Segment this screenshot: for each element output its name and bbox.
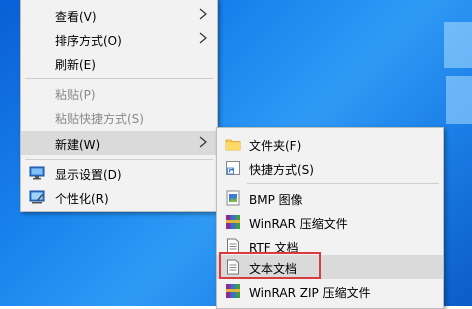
winrar-zip-icon — [226, 284, 240, 298]
menu-item-label: 查看(V) — [55, 10, 97, 24]
menu-item-label: 粘贴(P) — [55, 88, 96, 102]
new-submenu: 文件夹(F) 快捷方式(S) BMP 图像 WinRAR 压缩文件 RTF 文档… — [216, 127, 444, 309]
menu-item-sort-by[interactable]: 排序方式(O) — [21, 27, 217, 51]
submenu-item-bmp-image[interactable]: BMP 图像 — [217, 186, 443, 210]
menu-item-personalize[interactable]: 个性化(R) — [21, 185, 217, 209]
shortcut-icon — [226, 161, 240, 175]
chevron-right-icon — [199, 32, 207, 44]
wallpaper-light-pane — [444, 22, 472, 68]
submenu-item-winrar-zip[interactable]: WinRAR ZIP 压缩文件 — [217, 279, 443, 303]
menu-item-display-settings[interactable]: 显示设置(D) — [21, 161, 217, 185]
menu-item-label: 粘贴快捷方式(S) — [55, 112, 144, 126]
menu-separator — [25, 78, 213, 79]
display-settings-icon — [29, 166, 45, 180]
submenu-item-label: 快捷方式(S) — [249, 163, 314, 177]
submenu-item-winrar-archive[interactable]: WinRAR 压缩文件 — [217, 210, 443, 234]
submenu-item-folder[interactable]: 文件夹(F) — [217, 132, 443, 156]
menu-item-label: 个性化(R) — [55, 192, 109, 206]
menu-item-paste-shortcut[interactable]: 粘贴快捷方式(S) — [21, 105, 217, 129]
menu-item-refresh[interactable]: 刷新(E) — [21, 51, 217, 75]
submenu-item-label: BMP 图像 — [249, 193, 303, 207]
menu-item-view[interactable]: 查看(V) — [21, 3, 217, 27]
menu-item-label: 显示设置(D) — [55, 168, 122, 182]
annotation-highlight-box — [219, 252, 321, 279]
desktop-context-menu: 查看(V) 排序方式(O) 刷新(E) 粘贴(P) 粘贴快捷方式(S) 新建(W… — [20, 0, 218, 212]
submenu-item-label: WinRAR ZIP 压缩文件 — [249, 286, 371, 300]
menu-item-paste[interactable]: 粘贴(P) — [21, 81, 217, 105]
menu-item-label: 新建(W) — [55, 138, 101, 152]
menu-item-label: 排序方式(O) — [55, 34, 122, 48]
menu-separator — [247, 183, 439, 184]
wallpaper-light-pane — [446, 76, 472, 124]
chevron-right-icon — [199, 8, 207, 20]
chevron-right-icon — [199, 136, 207, 148]
menu-separator — [25, 159, 213, 160]
personalize-icon — [29, 190, 45, 204]
winrar-archive-icon — [226, 215, 240, 229]
menu-item-new[interactable]: 新建(W) — [21, 131, 217, 155]
folder-icon — [225, 139, 241, 151]
submenu-item-label: WinRAR 压缩文件 — [249, 217, 348, 231]
submenu-item-shortcut[interactable]: 快捷方式(S) — [217, 156, 443, 180]
bmp-image-icon — [226, 190, 240, 206]
menu-item-label: 刷新(E) — [55, 58, 96, 72]
submenu-item-label: 文件夹(F) — [249, 139, 302, 153]
